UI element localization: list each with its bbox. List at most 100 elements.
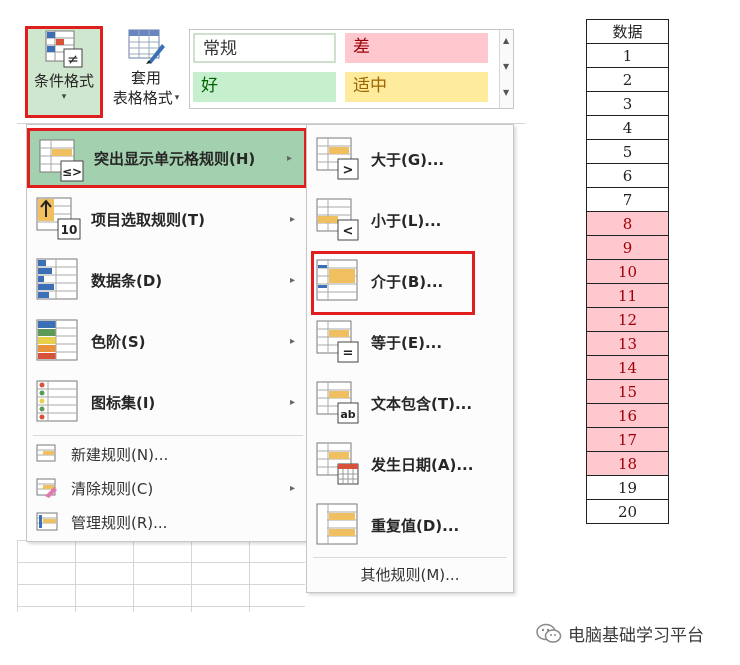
submenu-item-label: 文本包含(T)...	[371, 394, 473, 413]
table-row: 1	[586, 43, 669, 68]
table-row: 3	[586, 91, 669, 116]
table-cell[interactable]: 15	[586, 379, 669, 404]
submenu-item-more-rules[interactable]: 其他规则(M)...	[307, 561, 513, 589]
table-cell[interactable]: 20	[586, 499, 669, 524]
menu-item-icon-sets[interactable]: 图标集(I) ▸	[27, 372, 307, 432]
table-cell[interactable]: 13	[586, 331, 669, 356]
chevron-right-icon: ▸	[289, 213, 295, 225]
submenu-item-date-occurring[interactable]: 发生日期(A)...	[307, 435, 513, 493]
scroll-down-icon[interactable]: ▼	[503, 62, 509, 71]
submenu-item-text-contains[interactable]: ab 文本包含(T)...	[307, 374, 513, 432]
table-cell[interactable]: 2	[586, 67, 669, 92]
style-neutral[interactable]: 适中	[345, 72, 488, 102]
table-cell[interactable]: 3	[586, 91, 669, 116]
gallery-expand-icon[interactable]: ▼	[503, 88, 509, 97]
menu-item-data-bars[interactable]: 数据条(D) ▸	[27, 250, 307, 310]
table-row: 18	[586, 451, 669, 476]
table-row: 9	[586, 235, 669, 260]
table-row: 5	[586, 139, 669, 164]
format-as-table-button[interactable]: 套用 表格格式 ▾	[107, 26, 185, 118]
menu-item-label: 图标集(I)	[91, 393, 156, 412]
text-contains-icon: ab	[316, 381, 359, 424]
conditional-formatting-icon: ≠	[45, 30, 83, 68]
submenu-separator	[313, 557, 507, 558]
svg-text:10: 10	[61, 223, 78, 237]
clear-rules-icon	[36, 478, 57, 498]
table-cell[interactable]: 6	[586, 163, 669, 188]
style-good[interactable]: 好	[193, 72, 336, 102]
submenu-item-duplicate-values[interactable]: 重复值(D)...	[307, 496, 513, 554]
svg-text:<: <	[343, 224, 354, 239]
table-cell[interactable]: 11	[586, 283, 669, 308]
submenu-item-label: 小于(L)...	[371, 211, 442, 230]
data-bars-icon	[36, 258, 78, 300]
greater-than-icon: >	[316, 137, 359, 180]
table-cell[interactable]: 1	[586, 43, 669, 68]
ribbon-styles-group: ≠ 条件格式 ▾ 套用 表格格式 ▾ 常规 差 好 适中 ▲ ▼ ▼	[17, 12, 525, 124]
table-cell[interactable]: 9	[586, 235, 669, 260]
menu-item-top-bottom-rules[interactable]: 10 项目选取规则(T) ▸	[27, 189, 307, 249]
table-row: 10	[586, 259, 669, 284]
manage-rules-icon	[36, 512, 58, 531]
highlight-cells-rules-icon: ≤>	[39, 139, 84, 182]
submenu-item-label: 发生日期(A)...	[371, 455, 474, 474]
menu-item-label: 清除规则(C)	[71, 479, 154, 498]
chevron-right-icon: ▸	[289, 482, 295, 494]
chevron-right-icon: ▸	[289, 396, 295, 408]
watermark-text: 电脑基础学习平台	[568, 626, 704, 646]
conditional-formatting-button[interactable]: ≠ 条件格式 ▾	[25, 26, 103, 118]
table-cell[interactable]: 14	[586, 355, 669, 380]
gallery-scrollbar[interactable]: ▲ ▼ ▼	[499, 30, 513, 108]
table-cell[interactable]: 18	[586, 451, 669, 476]
menu-item-label: 管理规则(R)...	[71, 513, 168, 532]
between-highlight-frame	[311, 251, 475, 315]
icon-sets-icon	[36, 380, 78, 422]
format-as-table-label-line2: 表格格式	[112, 89, 173, 107]
table-cell[interactable]: 7	[586, 187, 669, 212]
format-as-table-label-line1: 套用	[130, 69, 161, 87]
table-row: 20	[586, 499, 669, 524]
table-row: 17	[586, 427, 669, 452]
chevron-right-icon: ▸	[286, 152, 292, 164]
new-rule-icon	[36, 444, 56, 462]
table-header-cell[interactable]: 数据	[586, 19, 669, 44]
table-header-row: 数据	[586, 19, 669, 44]
conditional-formatting-label: 条件格式	[33, 72, 94, 90]
table-cell[interactable]: 5	[586, 139, 669, 164]
highlight-cells-rules-submenu: > 大于(G)... < 小于(L)... 介于(B)... = 等于(E)..…	[306, 124, 514, 593]
submenu-item-equal-to[interactable]: = 等于(E)...	[307, 313, 513, 371]
cell-styles-gallery: 常规 差 好 适中 ▲ ▼ ▼	[189, 29, 514, 109]
menu-item-label: 新建规则(N)...	[71, 445, 169, 464]
menu-item-clear-rules[interactable]: 清除规则(C) ▸	[27, 472, 307, 504]
chevron-right-icon: ▸	[289, 274, 295, 286]
format-as-table-icon	[128, 29, 165, 64]
svg-text:ab: ab	[340, 408, 355, 421]
submenu-item-label: 重复值(D)...	[371, 516, 460, 535]
scroll-up-icon[interactable]: ▲	[503, 36, 509, 45]
svg-text:=: =	[343, 346, 354, 361]
table-cell[interactable]: 19	[586, 475, 669, 500]
duplicate-values-icon	[316, 503, 358, 545]
svg-text:>: >	[343, 163, 354, 178]
style-normal[interactable]: 常规	[193, 33, 336, 63]
menu-item-new-rule[interactable]: 新建规则(N)...	[27, 438, 307, 470]
watermark: 电脑基础学习平台	[536, 621, 704, 646]
table-cell[interactable]: 4	[586, 115, 669, 140]
menu-item-manage-rules[interactable]: 管理规则(R)...	[27, 506, 307, 538]
table-row: 13	[586, 331, 669, 356]
submenu-item-label: 大于(G)...	[371, 150, 445, 169]
date-occurring-icon	[316, 442, 359, 485]
equal-to-icon: =	[316, 320, 359, 363]
submenu-item-greater-than[interactable]: > 大于(G)...	[307, 130, 513, 188]
table-cell[interactable]: 10	[586, 259, 669, 284]
menu-item-color-scales[interactable]: 色阶(S) ▸	[27, 311, 307, 371]
table-row: 14	[586, 355, 669, 380]
style-bad[interactable]: 差	[345, 33, 488, 63]
table-row: 6	[586, 163, 669, 188]
table-cell[interactable]: 8	[586, 211, 669, 236]
table-cell[interactable]: 12	[586, 307, 669, 332]
table-cell[interactable]: 16	[586, 403, 669, 428]
menu-item-highlight-cells-rules[interactable]: ≤> 突出显示单元格规则(H) ▸	[27, 128, 307, 188]
table-cell[interactable]: 17	[586, 427, 669, 452]
submenu-item-less-than[interactable]: < 小于(L)...	[307, 191, 513, 249]
